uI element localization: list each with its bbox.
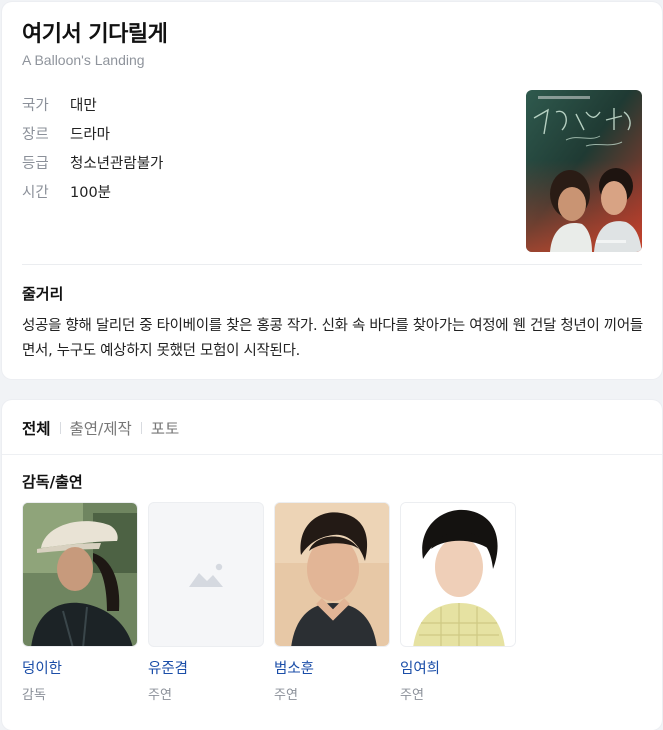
info-row-runtime: 시간 100분: [22, 177, 163, 206]
tab-separator: [59, 422, 61, 434]
cast-item: 유준겸 주연: [148, 502, 264, 703]
movie-poster-image: [526, 90, 642, 252]
content-tabs: 전체 출연/제작 포토: [22, 416, 179, 440]
info-value: 대만: [70, 98, 97, 114]
person-photo: [275, 503, 389, 646]
person-photo: [401, 503, 515, 646]
cast-list: 덩이한 감독 유준겸 주연 범소훈 주연 임여희 주연: [22, 502, 516, 703]
cast-item: 덩이한 감독: [22, 502, 138, 703]
info-label: 국가: [22, 98, 49, 114]
movie-original-title: A Balloon's Landing: [22, 52, 145, 68]
cast-photo[interactable]: [22, 502, 138, 647]
tab-photos[interactable]: 포토: [151, 417, 180, 439]
cast-name-link[interactable]: 유준겸: [148, 657, 264, 678]
info-row-rating: 등급 청소년관람불가: [22, 148, 163, 177]
cast-heading: 감독/출연: [22, 473, 83, 491]
tab-separator: [140, 422, 142, 434]
cast-role: 주연: [400, 688, 424, 703]
cast-role: 주연: [148, 688, 172, 703]
info-label: 등급: [22, 156, 49, 172]
info-row-genre: 장르 드라마: [22, 119, 163, 148]
tab-all[interactable]: 전체: [22, 417, 51, 439]
cast-photo[interactable]: [148, 502, 264, 647]
movie-poster[interactable]: [526, 90, 642, 252]
info-value: 드라마: [70, 127, 111, 143]
tabs-divider: [2, 454, 662, 455]
cast-name-link[interactable]: 임여희: [400, 657, 516, 678]
info-label: 장르: [22, 127, 49, 143]
placeholder-image-icon: [189, 563, 223, 587]
cast-role: 감독: [22, 688, 46, 703]
person-photo: [23, 503, 137, 646]
cast-name-link[interactable]: 덩이한: [22, 657, 138, 678]
tab-cast-crew[interactable]: 출연/제작: [70, 417, 132, 439]
movie-title: 여기서 기다릴게: [22, 22, 168, 47]
section-divider: [22, 264, 642, 265]
info-value: 100분: [70, 185, 112, 201]
movie-info-card: 여기서 기다릴게 A Balloon's Landing 국가 대만 장르 드라…: [2, 2, 662, 379]
cast-photo[interactable]: [274, 502, 390, 647]
cast-item: 임여희 주연: [400, 502, 516, 703]
synopsis-text: 성공을 향해 달리던 중 타이베이를 찾은 홍콩 작가. 신화 속 바다를 찾아…: [22, 318, 643, 359]
cast-name-link[interactable]: 범소훈: [274, 657, 390, 678]
synopsis-heading: 줄거리: [22, 285, 64, 303]
cast-photo[interactable]: [400, 502, 516, 647]
cast-role: 주연: [274, 688, 298, 703]
info-label: 시간: [22, 185, 49, 201]
cast-card: 전체 출연/제작 포토 감독/출연 덩이한 감독 유준겸 주연 범소훈 주연 임…: [2, 400, 662, 730]
movie-info-list: 국가 대만 장르 드라마 등급 청소년관람불가 시간 100분: [22, 90, 163, 206]
info-row-country: 국가 대만: [22, 90, 163, 119]
info-value: 청소년관람불가: [70, 156, 164, 172]
cast-item: 범소훈 주연: [274, 502, 390, 703]
